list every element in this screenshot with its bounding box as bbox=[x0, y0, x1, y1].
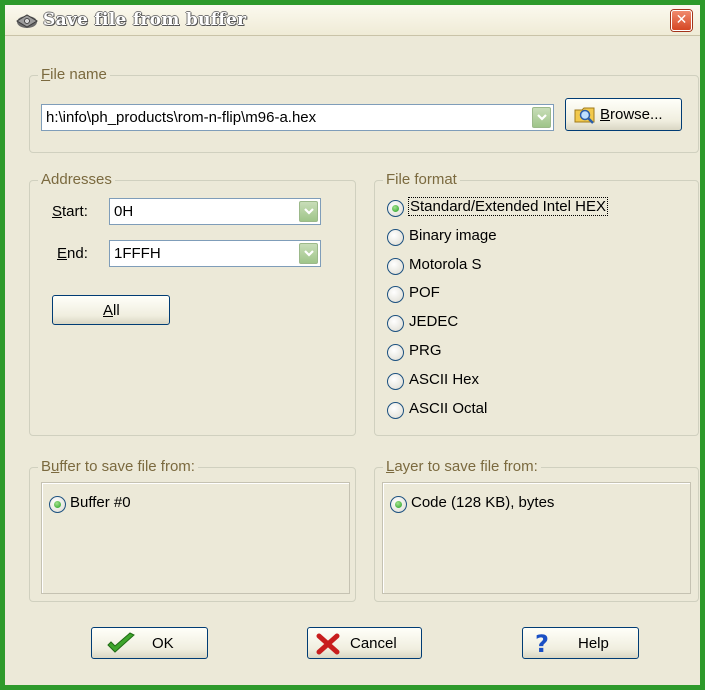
ok-button[interactable]: OK bbox=[91, 627, 208, 659]
start-address-combobox[interactable]: 0H bbox=[109, 198, 321, 225]
file-format-radio-3[interactable] bbox=[387, 286, 404, 303]
layer-code-label[interactable]: Code (128 KB), bytes bbox=[411, 494, 554, 511]
chevron-down-icon bbox=[304, 208, 314, 215]
save-file-dialog: Save file from buffer ✕ File name h:\inf… bbox=[0, 0, 705, 690]
layer-list: Code (128 KB), bytes bbox=[382, 482, 691, 594]
cancel-button[interactable]: Cancel bbox=[307, 627, 422, 659]
close-icon: ✕ bbox=[675, 12, 688, 28]
drive-icon bbox=[15, 10, 39, 30]
start-address-value: 0H bbox=[114, 203, 134, 220]
start-label: Start: bbox=[52, 203, 88, 220]
end-address-value: 1FFFH bbox=[114, 245, 161, 262]
file-format-radio-6[interactable] bbox=[387, 373, 404, 390]
file-format-option-label[interactable]: Motorola S bbox=[409, 256, 482, 273]
cancel-label: Cancel bbox=[350, 635, 397, 652]
close-button[interactable]: ✕ bbox=[671, 10, 692, 31]
addresses-legend: Addresses bbox=[38, 171, 115, 189]
file-format-option-label[interactable]: JEDEC bbox=[409, 313, 458, 330]
file-format-option-label[interactable]: ASCII Octal bbox=[409, 400, 487, 417]
all-button[interactable]: All bbox=[52, 295, 170, 325]
start-dropdown-button[interactable] bbox=[299, 201, 318, 222]
file-format-legend: File format bbox=[383, 171, 460, 189]
folder-search-icon bbox=[574, 105, 596, 128]
buffer-legend: Buffer to save file from: bbox=[38, 458, 198, 476]
chevron-down-icon bbox=[304, 250, 314, 257]
file-format-option-label[interactable]: POF bbox=[409, 284, 440, 301]
help-button[interactable]: ? Help bbox=[522, 627, 639, 659]
help-label: Help bbox=[578, 635, 609, 652]
file-format-radio-7[interactable] bbox=[387, 402, 404, 419]
end-dropdown-button[interactable] bbox=[299, 243, 318, 264]
red-x-icon bbox=[316, 633, 340, 659]
file-format-group: File format bbox=[374, 171, 699, 436]
file-format-radio-0[interactable] bbox=[387, 200, 404, 217]
end-address-combobox[interactable]: 1FFFH bbox=[109, 240, 321, 267]
ok-label: OK bbox=[152, 635, 174, 652]
green-checkmark-icon bbox=[106, 632, 136, 660]
chevron-down-icon bbox=[537, 114, 547, 121]
layer-legend: Layer to save file from: bbox=[383, 458, 541, 476]
file-format-option-label[interactable]: PRG bbox=[409, 342, 442, 359]
file-format-option-label[interactable]: ASCII Hex bbox=[409, 371, 479, 388]
blue-question-icon: ? bbox=[535, 630, 549, 658]
file-format-radio-1[interactable] bbox=[387, 229, 404, 246]
buffer-0-radio[interactable] bbox=[49, 496, 66, 513]
title-bar[interactable]: Save file from buffer ✕ bbox=[5, 5, 700, 36]
browse-button[interactable]: Browse... bbox=[565, 98, 682, 131]
file-format-radio-5[interactable] bbox=[387, 344, 404, 361]
window-title: Save file from buffer bbox=[43, 10, 247, 30]
file-format-radio-4[interactable] bbox=[387, 315, 404, 332]
end-label: End: bbox=[57, 245, 88, 262]
file-name-legend: File name bbox=[38, 66, 110, 84]
file-format-option-label[interactable]: Standard/Extended Intel HEX bbox=[408, 197, 608, 216]
browse-label: Browse... bbox=[600, 106, 663, 123]
buffer-0-label[interactable]: Buffer #0 bbox=[70, 494, 131, 511]
file-name-dropdown-button[interactable] bbox=[532, 107, 551, 128]
buffer-list: Buffer #0 bbox=[41, 482, 350, 594]
file-name-value: h:\info\ph_products\rom-n-flip\m96-a.hex bbox=[46, 109, 317, 126]
file-format-option-label[interactable]: Binary image bbox=[409, 227, 497, 244]
file-format-radio-2[interactable] bbox=[387, 258, 404, 275]
file-name-combobox[interactable]: h:\info\ph_products\rom-n-flip\m96-a.hex bbox=[41, 104, 554, 131]
layer-code-radio[interactable] bbox=[390, 496, 407, 513]
all-label: All bbox=[103, 302, 120, 319]
